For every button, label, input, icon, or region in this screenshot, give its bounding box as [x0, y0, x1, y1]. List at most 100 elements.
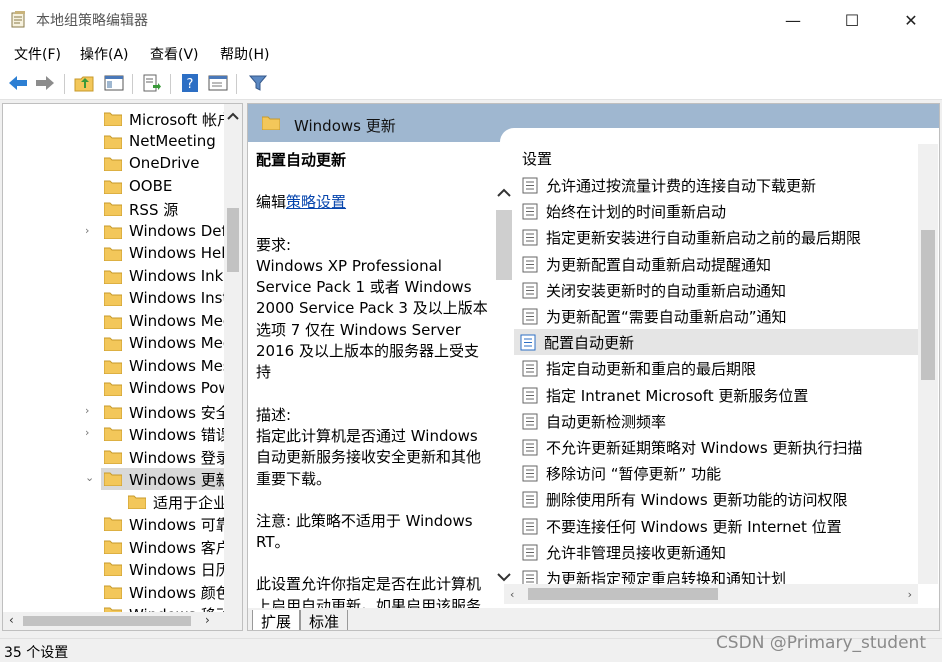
help-icon: ? [182, 74, 198, 92]
description-scrollbar[interactable] [494, 186, 514, 606]
tree-item-label: Windows Installer [129, 289, 224, 307]
tree-item-label: Windows 登录 [129, 448, 224, 467]
tree-item[interactable]: Windows 客户 [3, 536, 224, 558]
maximize-button[interactable]: ☐ [829, 0, 875, 40]
tree-pane[interactable]: Microsoft 帐户 NetMeeting OneDrive OOBE RSS 源 ›… [2, 103, 243, 631]
scroll-left-icon[interactable]: ‹ [9, 613, 14, 627]
minimize-button[interactable]: — [770, 0, 816, 40]
back-button[interactable] [6, 72, 30, 94]
scroll-right-icon[interactable]: › [908, 588, 912, 601]
scrollbar-thumb[interactable] [921, 230, 935, 380]
folder-icon [104, 427, 122, 441]
up-folder-button[interactable] [72, 72, 96, 94]
menu-view[interactable]: 查看(V) [150, 44, 199, 64]
tree-item[interactable]: NetMeeting [3, 131, 224, 153]
properties-button[interactable] [206, 72, 230, 94]
setting-row[interactable]: 删除使用所有 Windows 更新功能的访问权限 [516, 486, 916, 512]
setting-row[interactable]: 指定更新安装进行自动重新启动之前的最后期限 [516, 224, 916, 250]
tree-item[interactable]: Windows 可靠 [3, 513, 224, 535]
collapse-chevron-icon[interactable]: ⌄ [85, 471, 94, 484]
tree-item[interactable]: Windows 日历 [3, 558, 224, 580]
tree-item-label: Windows Messenger [129, 356, 224, 375]
setting-row[interactable]: 配置自动更新 [514, 329, 918, 356]
tree-item[interactable]: › Windows 安全 [3, 401, 224, 423]
tree-item[interactable]: Windows 登录 [3, 446, 224, 468]
tree-item[interactable]: Windows Media [3, 311, 224, 333]
export-list-button[interactable] [140, 72, 164, 94]
tree-item[interactable]: Windows Media [3, 333, 224, 355]
menu-file[interactable]: 文件(F) [14, 44, 61, 64]
policy-setting-icon [522, 491, 538, 508]
tree-item[interactable]: Windows 颜色 [3, 581, 224, 603]
back-icon [9, 76, 27, 90]
setting-row[interactable]: 不允许更新延期策略对 Windows 更新执行扫描 [516, 434, 916, 460]
setting-row[interactable]: 允许通过按流量计费的连接自动下载更新 [516, 172, 916, 198]
show-hide-tree-button[interactable] [102, 72, 126, 94]
menu-help[interactable]: 帮助(H) [220, 44, 269, 64]
setting-label: 为更新配置“需要自动重新启动”通知 [546, 308, 787, 326]
forward-button[interactable] [33, 72, 57, 94]
folder-icon [104, 247, 122, 261]
tree-item[interactable]: Windows PowerShell [3, 378, 224, 400]
tree-item[interactable]: OneDrive [3, 153, 224, 175]
setting-row[interactable]: 为更新配置自动重新启动提醒通知 [516, 251, 916, 277]
tree-item[interactable]: ⌄ Windows 更新 [3, 468, 224, 490]
setting-row[interactable]: 移除访问 “暂停更新” 功能 [516, 460, 916, 486]
tree-item-label: 适用于企业 [153, 493, 224, 512]
setting-row[interactable]: 为更新配置“需要自动重新启动”通知 [516, 303, 916, 329]
scrollbar-thumb[interactable] [496, 210, 512, 280]
help-button[interactable]: ? [178, 72, 202, 94]
setting-row[interactable]: 自动更新检测频率 [516, 408, 916, 434]
folder-icon [128, 495, 146, 509]
policy-setting-icon [522, 203, 538, 220]
tree-item[interactable]: Windows Hello [3, 243, 224, 265]
tree-vertical-scrollbar[interactable] [224, 104, 242, 612]
setting-row[interactable]: 关闭安装更新时的自动重新启动通知 [516, 277, 916, 303]
window-title: 本地组策略编辑器 [36, 13, 148, 29]
settings-column-header[interactable]: 设置 [522, 148, 552, 169]
tree-item-label: Windows 错误报告 [129, 426, 224, 444]
settings-vertical-scrollbar[interactable] [918, 144, 938, 584]
policy-setting-icon [522, 282, 538, 299]
setting-row[interactable]: 指定 Intranet Microsoft 更新服务位置 [516, 382, 916, 408]
tree-item[interactable]: RSS 源 [3, 198, 224, 220]
setting-row[interactable]: 允许非管理员接收更新通知 [516, 539, 916, 565]
status-bar: 35 个设置 CSDN @Primary_student [0, 633, 942, 662]
menu-action[interactable]: 操作(A) [80, 44, 129, 64]
tree-item[interactable]: Windows Messenger [3, 356, 224, 378]
tree-item[interactable]: › Windows 错误报告 [3, 423, 224, 445]
toolbar-separator [64, 74, 65, 94]
expand-chevron-icon[interactable]: › [85, 426, 89, 439]
scrollbar-thumb[interactable] [528, 588, 718, 600]
close-button[interactable]: ✕ [888, 0, 934, 40]
tree-item-label: Microsoft 帐户 [129, 111, 224, 129]
scroll-right-icon[interactable]: › [205, 613, 210, 627]
scroll-up-icon[interactable] [226, 110, 240, 122]
scrollbar-thumb[interactable] [227, 208, 239, 272]
tab-extended[interactable]: 扩展 [252, 610, 301, 630]
settings-horizontal-scrollbar[interactable]: ‹ › [504, 584, 918, 604]
tree-item[interactable]: Microsoft 帐户 [3, 108, 224, 130]
policy-setting-icon [522, 544, 538, 561]
edit-policy-link[interactable]: 策略设置 [286, 193, 346, 211]
filter-button[interactable] [246, 72, 270, 94]
scroll-down-icon[interactable] [496, 570, 512, 584]
scrollbar-thumb[interactable] [23, 616, 191, 626]
expand-chevron-icon[interactable]: › [85, 224, 89, 237]
setting-row[interactable]: 指定自动更新和重启的最后期限 [516, 355, 916, 381]
setting-row[interactable]: 不要连接任何 Windows 更新 Internet 位置 [516, 513, 916, 539]
folder-icon [104, 112, 122, 126]
scroll-up-icon[interactable] [496, 186, 512, 200]
tree-horizontal-scrollbar[interactable]: ‹ › [3, 612, 242, 630]
tab-standard[interactable]: 标准 [300, 610, 349, 630]
tree-item[interactable]: › Windows Defender [3, 221, 224, 243]
tree-item[interactable]: Windows Ink [3, 266, 224, 288]
tree-item-label: Windows Defender [129, 221, 224, 240]
details-pane: Windows 更新 配置自动更新 编辑策略设置 要求: Windows XP … [247, 103, 940, 631]
setting-row[interactable]: 始终在计划的时间重新启动 [516, 198, 916, 224]
tree-item[interactable]: OOBE [3, 176, 224, 198]
expand-chevron-icon[interactable]: › [85, 404, 89, 417]
policy-editor-icon [11, 11, 25, 28]
tree-item[interactable]: Windows Installer [3, 288, 224, 310]
tree-item[interactable]: 适用于企业 [3, 491, 224, 513]
